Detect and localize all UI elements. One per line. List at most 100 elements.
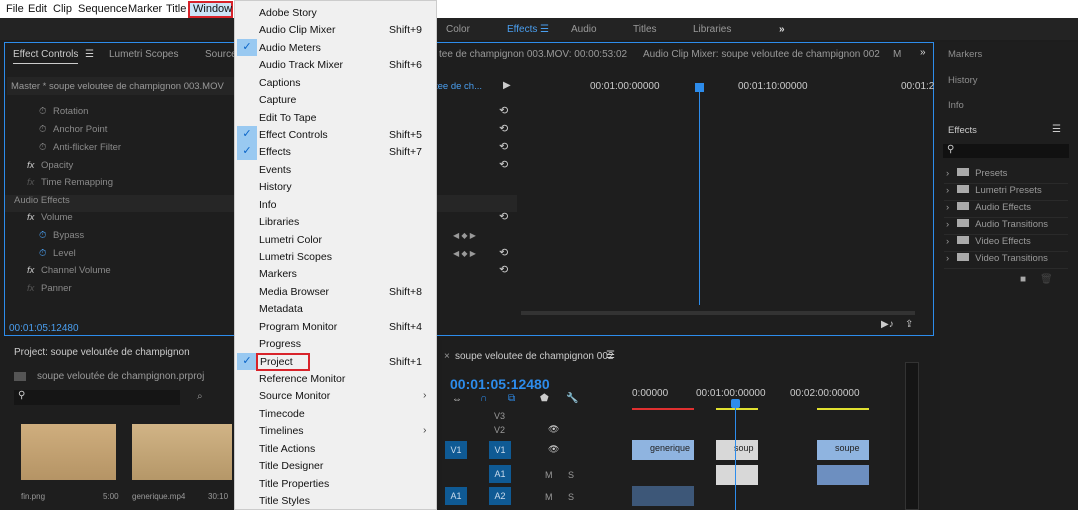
more-tabs-icon[interactable]: » [920,47,926,58]
menu-item-libraries[interactable]: Libraries [235,213,436,230]
menu-item-title-designer[interactable]: Title Designer [235,457,436,474]
new-bin-icon[interactable]: ■ [1020,274,1026,285]
solo-a2[interactable]: S [568,492,574,510]
tab-lumetri-scopes[interactable]: Lumetri Scopes [109,49,178,60]
solo-a1[interactable]: S [568,470,574,488]
clip-generique[interactable]: generique [632,440,694,460]
menu-edit[interactable]: Edit [28,3,47,15]
track-a1[interactable]: A1 [489,465,511,483]
menu-item-markers[interactable]: Markers [235,265,436,282]
reset-icon[interactable]: ⟲ [499,104,508,117]
effects-folder[interactable]: › Audio Effects [944,202,1068,218]
source-patch-a1[interactable]: A1 [445,487,467,505]
eye-icon[interactable]: 👁 [548,444,559,462]
thumbnail-fin[interactable] [21,424,116,480]
clip-soupe[interactable]: soupe [817,440,869,460]
menu-item-program-monitor[interactable]: Program Monitor Shift+4 [235,318,436,335]
menu-marker[interactable]: Marker [128,3,162,15]
wrench-icon[interactable]: 🔧 [566,393,578,404]
effects-folder[interactable]: › Lumetri Presets [944,185,1068,201]
panel-menu-icon[interactable]: ☰ [85,49,94,60]
tab-history[interactable]: History [948,75,978,86]
menu-item-reference-monitor[interactable]: Reference Monitor [235,370,436,387]
panel-menu-icon[interactable]: ☰ [1052,124,1061,135]
menu-item-history[interactable]: History [235,178,436,195]
source-patch-v1[interactable]: V1 [445,441,467,459]
effects-search-input[interactable]: ⚲ [943,144,1069,158]
menu-item-progress[interactable]: Progress [235,335,436,352]
reset-icon[interactable]: ⟲ [499,246,508,259]
marker-icon[interactable]: ⬟ [540,393,549,404]
menu-item-audio-clip-mixer[interactable]: Audio Clip Mixer Shift+9 [235,21,436,38]
effects-folder[interactable]: › Audio Transitions [944,219,1068,235]
workspace-libraries[interactable]: Libraries [693,24,731,35]
menu-file[interactable]: File [6,3,24,15]
menu-item-effect-controls[interactable]: ✓ Effect Controls Shift+5 [235,126,436,143]
audio-clip[interactable] [632,486,694,506]
menu-item-capture[interactable]: Capture [235,91,436,108]
menu-item-captions[interactable]: Captions [235,74,436,91]
linked-selection-icon[interactable]: ⧉ [508,393,515,404]
clip-soup[interactable]: soup [716,440,758,460]
tab-m[interactable]: M [893,49,901,60]
menu-title[interactable]: Title [166,3,186,15]
nest-icon[interactable]: ⇔ [452,394,462,405]
reset-icon[interactable]: ⟲ [499,158,508,171]
workspace-menu-icon[interactable]: ☰ [540,24,549,35]
delete-icon[interactable]: 🗑 [1040,274,1053,285]
keyframe-nav-icon[interactable]: ◀ ◆ ▶ [453,249,476,258]
find-icon[interactable]: ⌕ [197,391,203,402]
reset-icon[interactable]: ⟲ [499,263,508,276]
panel-menu-icon[interactable]: ☰ [606,350,615,361]
tab-effect-controls[interactable]: Effect Controls [13,49,79,64]
tab-info[interactable]: Info [948,100,964,111]
tab-audio-clip-mixer[interactable]: Audio Clip Mixer: soupe veloutee de cham… [643,49,880,60]
reset-icon[interactable]: ⟲ [499,122,508,135]
timeline-timecode[interactable]: 00:01:05:12480 [450,376,550,392]
play-audio-icon[interactable]: ▶♪ [881,319,894,330]
audio-clip[interactable] [817,465,869,485]
workspace-audio[interactable]: Audio [571,24,597,35]
snap-icon[interactable]: ∩ [480,393,487,404]
sequence-title[interactable]: soupe veloutee de champignon 002 [455,351,613,362]
menu-item-source-monitor[interactable]: Source Monitor › [235,387,436,404]
menu-clip[interactable]: Clip [53,3,72,15]
menu-item-lumetri-scopes[interactable]: Lumetri Scopes [235,248,436,265]
close-icon[interactable]: × [444,351,450,362]
project-search-input[interactable]: ⚲ [14,390,180,405]
menu-item-timecode[interactable]: Timecode [235,405,436,422]
menu-window[interactable]: Window [193,3,232,15]
effects-folder[interactable]: › Video Transitions [944,253,1068,269]
workspace-color[interactable]: Color [446,24,470,35]
effects-folder[interactable]: › Video Effects [944,236,1068,252]
clip-link[interactable]: tee de ch... [435,81,482,92]
eye-icon[interactable]: 👁 [548,424,559,442]
master-clip-selector[interactable]: Master * soupe veloutee de champignon 00… [7,77,237,95]
workspace-more[interactable]: » [779,24,785,35]
menu-item-audio-track-mixer[interactable]: Audio Track Mixer Shift+6 [235,56,436,73]
workspace-effects[interactable]: Effects [507,24,537,35]
thumbnail-generique[interactable] [132,424,232,480]
tab-effects[interactable]: Effects [948,125,977,136]
mute-a2[interactable]: M [545,492,553,510]
menu-item-timelines[interactable]: Timelines › [235,422,436,439]
tab-markers[interactable]: Markers [948,49,982,60]
menu-item-title-styles[interactable]: Title Styles [235,492,436,509]
timeline-scrollbar[interactable] [521,311,915,315]
menu-item-lumetri-color[interactable]: Lumetri Color [235,231,436,248]
workspace-titles[interactable]: Titles [633,24,657,35]
reset-icon[interactable]: ⟲ [499,140,508,153]
menu-item-title-properties[interactable]: Title Properties [235,475,436,492]
mute-a1[interactable]: M [545,470,553,488]
menu-item-adobe-story[interactable]: Adobe Story [235,4,436,21]
effects-folder[interactable]: › Presets [944,168,1068,184]
menu-item-media-browser[interactable]: Media Browser Shift+8 [235,283,436,300]
audio-clip[interactable] [716,465,758,485]
menu-item-info[interactable]: Info [235,196,436,213]
menu-item-project[interactable]: ✓ Project Shift+1 [235,352,436,371]
menu-item-effects[interactable]: ✓ Effects Shift+7 [235,143,436,161]
menu-item-events[interactable]: Events [235,161,436,178]
menu-item-edit-to-tape[interactable]: Edit To Tape [235,109,436,126]
menu-item-metadata[interactable]: Metadata [235,300,436,317]
export-icon[interactable]: ⇪ [905,319,913,330]
